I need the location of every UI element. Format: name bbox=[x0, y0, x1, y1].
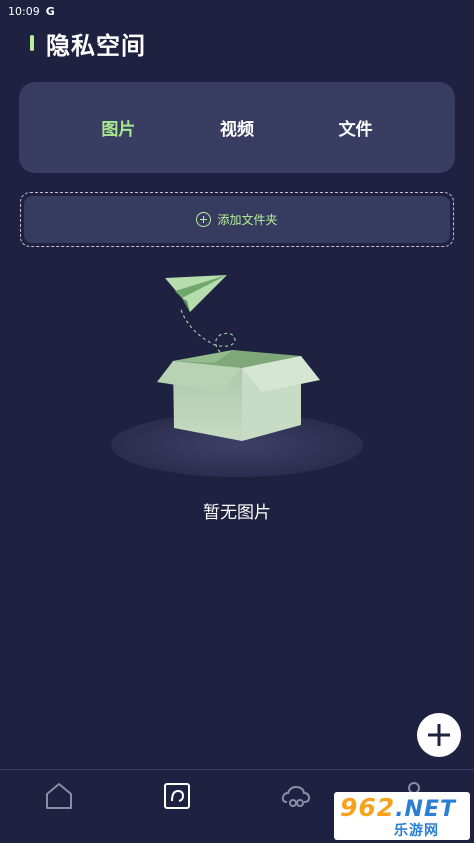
add-folder-inner: 添加文件夹 bbox=[24, 196, 450, 243]
photo-frame-icon[interactable] bbox=[161, 780, 193, 812]
plus-icon bbox=[428, 724, 450, 746]
empty-box-illustration bbox=[111, 275, 363, 477]
watermark-logo: 962.NET 乐游网 bbox=[334, 792, 470, 840]
tab-files[interactable]: 文件 bbox=[339, 115, 373, 140]
tab-images[interactable]: 图片 bbox=[101, 115, 135, 140]
paper-plane-icon bbox=[165, 275, 227, 312]
empty-message: 暂无图片 bbox=[203, 503, 271, 523]
page-title: 隐私空间 bbox=[46, 31, 146, 60]
status-bar: 10:09 G bbox=[0, 0, 474, 22]
google-icon: G bbox=[45, 4, 55, 18]
page-header: 隐私空间 bbox=[30, 26, 146, 60]
cloud-icon[interactable] bbox=[280, 780, 312, 812]
tab-videos[interactable]: 视频 bbox=[220, 115, 254, 140]
add-folder-button[interactable]: 添加文件夹 bbox=[20, 192, 454, 247]
add-folder-label: 添加文件夹 bbox=[217, 213, 278, 227]
title-accent-bar bbox=[30, 35, 34, 51]
watermark-top: 962.NET bbox=[340, 793, 456, 822]
add-fab-button[interactable] bbox=[417, 713, 461, 757]
media-tabs: 图片 视频 文件 bbox=[19, 82, 455, 173]
watermark-bottom: 乐游网 bbox=[394, 823, 439, 839]
status-time: 10:09 bbox=[8, 4, 40, 18]
plus-circle-icon bbox=[196, 212, 212, 227]
home-icon[interactable] bbox=[43, 780, 75, 812]
